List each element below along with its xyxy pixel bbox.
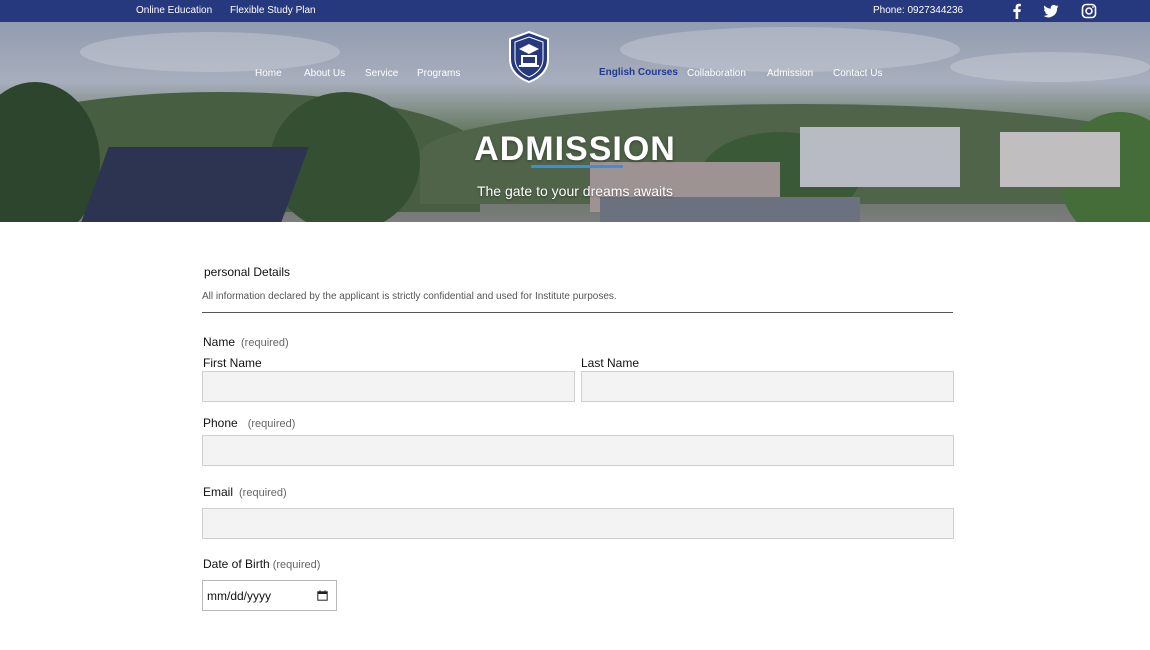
phone-text: Phone: 0927344236: [873, 5, 964, 16]
email-label: Email (required): [203, 485, 287, 499]
dob-placeholder: mm/dd/yyyy: [207, 589, 272, 603]
nav-contact-us[interactable]: Contact Us: [833, 68, 882, 79]
name-label: Name (required): [203, 335, 289, 349]
school-logo-icon[interactable]: [508, 30, 550, 84]
flexible-study-link[interactable]: Flexible Study Plan: [230, 5, 316, 16]
online-education-link[interactable]: Online Education: [136, 5, 212, 16]
last-name-label: Last Name: [581, 356, 640, 370]
nav-english-courses[interactable]: English Courses: [599, 67, 678, 78]
name-label-text: Name: [203, 335, 236, 349]
phone-input[interactable]: [202, 435, 954, 466]
email-input[interactable]: [202, 508, 954, 539]
dob-input[interactable]: mm/dd/yyyy: [202, 580, 337, 611]
email-required: (required): [239, 487, 287, 499]
dob-label: Date of Birth (required): [203, 557, 320, 571]
phone-label-text: Phone: [203, 416, 238, 430]
nav-about-us[interactable]: About Us: [304, 68, 345, 79]
phone-label: Phone (required): [203, 416, 295, 430]
first-name-label: First Name: [203, 356, 262, 370]
calendar-icon[interactable]: [317, 590, 328, 601]
section-divider: [202, 312, 953, 313]
nav-admission[interactable]: Admission: [767, 68, 813, 79]
section-note: All information declared by the applican…: [202, 291, 617, 302]
top-bar: Online Education Flexible Study Plan Pho…: [0, 0, 1150, 22]
nav-programs[interactable]: Programs: [417, 68, 460, 79]
first-name-input[interactable]: [202, 371, 575, 402]
last-name-input[interactable]: [581, 371, 954, 402]
twitter-icon[interactable]: [1043, 3, 1059, 19]
nav-home[interactable]: Home: [255, 68, 282, 79]
dob-label-text: Date of Birth: [203, 557, 270, 571]
name-required: (required): [241, 337, 289, 349]
hero-title-underline: [531, 165, 623, 168]
hero-title: ADMISSION: [474, 130, 676, 168]
facebook-icon[interactable]: [1009, 3, 1025, 19]
dob-required: (required): [272, 559, 321, 571]
email-label-text: Email: [203, 485, 234, 499]
nav-collaboration[interactable]: Collaboration: [687, 68, 746, 79]
section-title: personal Details: [204, 265, 291, 279]
nav-service[interactable]: Service: [365, 68, 398, 79]
hero-subtitle: The gate to your dreams awaits: [476, 183, 674, 199]
instagram-icon[interactable]: [1081, 3, 1097, 19]
phone-required: (required): [247, 418, 296, 430]
